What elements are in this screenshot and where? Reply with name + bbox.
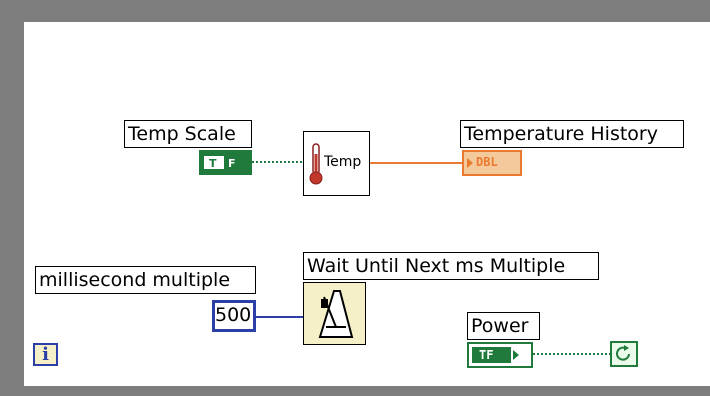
temp-subvi-text: Temp — [324, 154, 362, 170]
temp-scale-terminal[interactable]: T F — [199, 150, 252, 175]
temperature-history-indicator[interactable]: DBL — [462, 150, 522, 176]
metronome-icon — [318, 290, 354, 338]
boolean-terminal-icon: T F — [204, 156, 236, 170]
temp-scale-label: Temp Scale — [124, 120, 252, 148]
dbl-type-text: DBL — [476, 155, 498, 169]
wait-until-next-ms-multiple-node[interactable] — [303, 282, 366, 345]
indicator-arrow-icon — [513, 350, 519, 360]
stop-condition-icon — [616, 345, 630, 361]
svg-text:T: T — [209, 157, 217, 170]
loop-condition-terminal[interactable] — [610, 341, 638, 367]
power-terminal[interactable]: TF — [467, 342, 533, 368]
millisecond-multiple-label: millisecond multiple — [35, 266, 256, 294]
temp-subvi[interactable]: Temp — [303, 131, 370, 196]
millisecond-multiple-constant[interactable]: 500 — [212, 300, 256, 332]
power-label: Power — [467, 312, 540, 340]
power-type-text: TF — [479, 348, 494, 362]
temperature-history-label: Temperature History — [460, 120, 684, 148]
wait-until-next-label: Wait Until Next ms Multiple — [303, 252, 599, 280]
iteration-terminal-icon[interactable]: i — [33, 343, 58, 366]
svg-text:F: F — [228, 157, 236, 170]
